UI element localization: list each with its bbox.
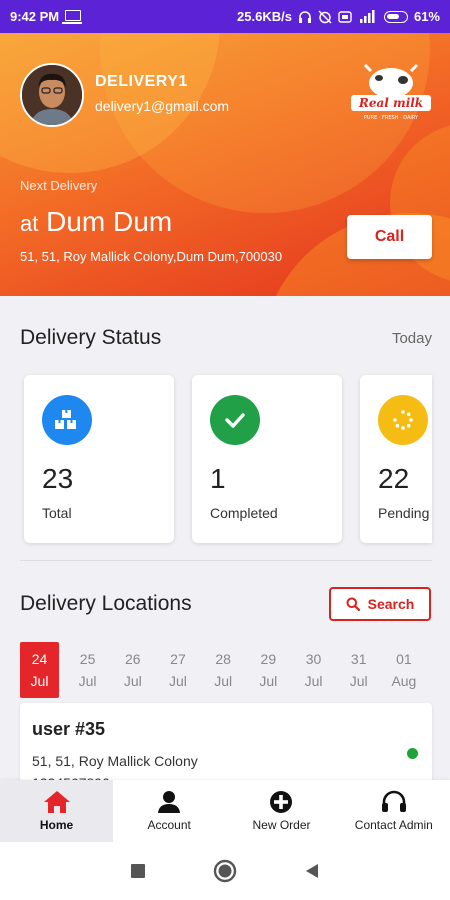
period-label[interactable]: Today [392,330,432,347]
battery-icon [383,10,408,23]
call-button[interactable]: Call [347,215,432,259]
delivery-locations-title: Delivery Locations [20,592,192,615]
completed-count: 1 [210,463,226,494]
status-bar: 9:42 PM 25.6KB/s 61% [0,0,450,33]
total-label: Total [42,505,72,521]
home-icon [43,791,70,813]
next-delivery-place: at Dum Dum [20,206,172,238]
pending-label: Pending [378,505,430,521]
volte-icon [338,10,352,23]
loading-icon [378,395,428,445]
avatar[interactable] [20,63,84,127]
nav-home-label: Home [39,818,74,832]
date-item[interactable]: 25 Jul [65,642,110,698]
network-speed: 25.6KB/s [237,9,292,24]
home-circle-icon[interactable] [213,859,237,883]
logo-subtext: PURE · FRESH · DAIRY [364,115,419,121]
date-item[interactable]: 31 Jul [336,642,381,698]
nav-account[interactable]: Account [113,780,225,842]
system-nav-bar [0,842,450,900]
nav-contact-admin[interactable]: Contact Admin [338,780,450,842]
account-icon [158,791,181,813]
nav-new-order[interactable]: New Order [225,780,337,842]
status-card-total[interactable]: 23 Total [24,375,174,543]
next-delivery-label: Next Delivery [20,178,98,193]
total-count: 23 [42,463,74,494]
date-item[interactable]: 29 Jul [246,642,291,698]
location-card[interactable]: user #35 51, 51, Roy Mallick Colony 1234… [20,703,432,783]
search-icon [346,597,360,611]
bottom-nav: Home Account New Order Contact Admin [0,780,450,842]
check-icon [210,395,260,445]
date-item[interactable]: 01 Aug [381,642,426,698]
nav-new-order-label: New Order [252,818,311,832]
location-address: 51, 51, Roy Mallick Colony [32,753,198,769]
headphones-icon [298,10,311,23]
next-delivery-address: 51, 51, Roy Mallick Colony,Dum Dum,70003… [20,249,283,264]
nav-account-label: Account [147,818,191,832]
status-card-completed[interactable]: 1 Completed [192,375,342,543]
status-card-pending[interactable]: 22 Pending [360,375,432,543]
nav-home[interactable]: Home [0,780,113,842]
search-button[interactable]: Search [329,587,431,621]
date-item[interactable]: 26 Jul [110,642,155,698]
back-icon[interactable] [305,863,319,879]
nav-contact-admin-label: Contact Admin [354,818,433,832]
date-strip: 24 Jul 25 Jul 26 Jul 27 Jul 28 Jul 29 Jul 30 Ju… [20,642,427,698]
divider [20,560,432,561]
headset-icon [381,790,406,812]
location-user: user #35 [32,719,106,739]
user-email: delivery1@gmail.com [95,98,230,114]
plus-circle-icon [270,791,293,813]
next-delivery-place-name: Dum Dum [46,206,173,237]
date-item[interactable]: 28 Jul [201,642,246,698]
alarm-off-icon [318,9,332,24]
battery-percent: 61% [413,9,440,24]
date-item[interactable]: 27 Jul [155,642,200,698]
real-milk-logo: Real milk PURE · FRESH · DAIRY [351,63,431,121]
completed-label: Completed [210,505,278,521]
date-item[interactable]: 24 Jul [20,642,59,698]
header-banner: DELIVERY1 delivery1@gmail.com Real milk … [0,33,450,296]
user-name: DELIVERY1 [95,73,188,90]
logo-text: Real milk [358,96,423,110]
status-dot [407,748,418,759]
delivery-status-title: Delivery Status [20,326,162,349]
recents-icon[interactable] [131,864,145,878]
laptop-icon [62,10,83,24]
status-time: 9:42 PM [10,9,60,24]
search-label: Search [367,596,415,612]
date-item[interactable]: 30 Jul [291,642,336,698]
pending-count: 22 [378,463,410,494]
signal-icon [359,10,375,23]
next-delivery-prefix: at [20,211,39,236]
boxes-icon [42,395,92,445]
